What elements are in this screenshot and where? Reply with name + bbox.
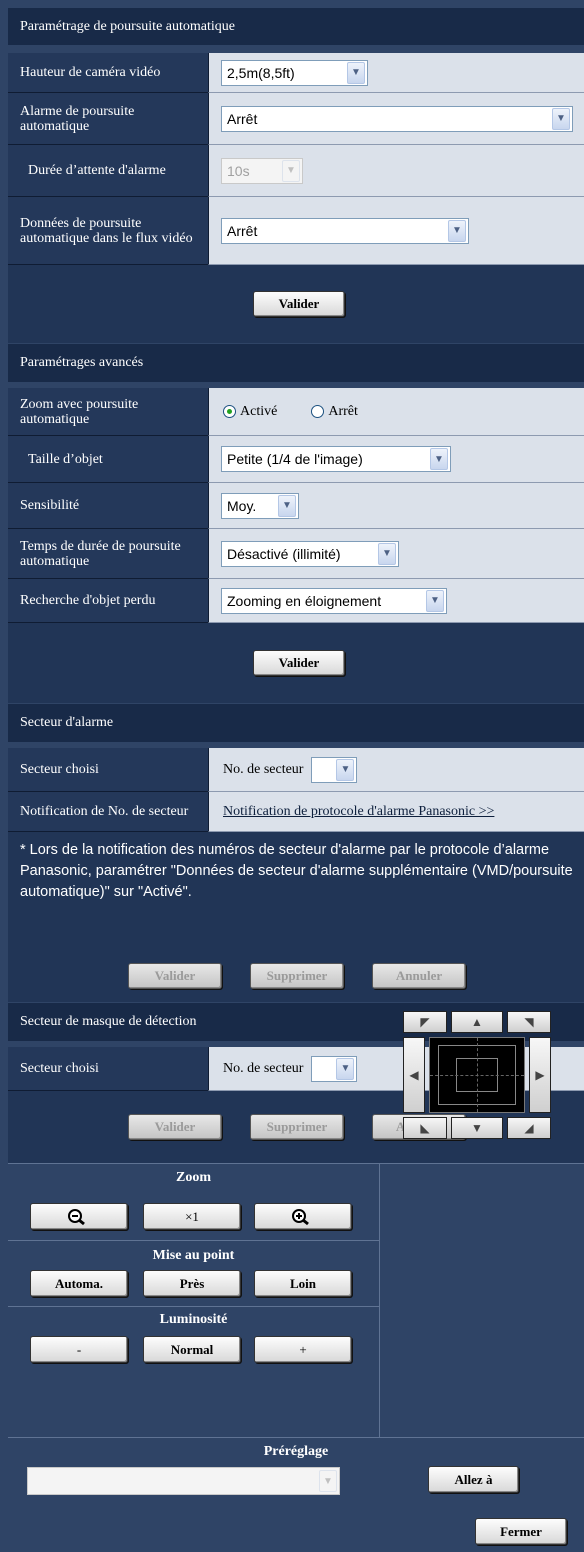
zoom-out-icon — [68, 1208, 85, 1225]
advanced-submit-button[interactable]: Valider — [253, 650, 345, 676]
pan-down-right-button[interactable]: ◢ — [507, 1117, 551, 1139]
chevron-down-icon: ▼ — [336, 1057, 355, 1080]
sensitivity-label: Sensibilité — [8, 483, 208, 529]
zoom-x1-button[interactable]: ×1 — [143, 1203, 241, 1230]
focus-auto-button[interactable]: Automa. — [30, 1270, 128, 1297]
mask-selected-area-label: Secteur choisi — [8, 1047, 208, 1091]
pan-down-left-button[interactable]: ◣ — [403, 1117, 447, 1139]
chevron-down-icon: ▼ — [347, 61, 365, 84]
zoom-tracking-off-radio[interactable]: Arrêt — [311, 404, 358, 420]
camera-height-row: Hauteur de caméra vidéo 2,5m(8,5ft) ▼ — [8, 53, 584, 93]
pan-right-button[interactable]: ▶ — [529, 1037, 551, 1113]
auto-tracking-header: Paramétrage de poursuite automatique — [8, 8, 584, 45]
focus-title: Mise au point — [152, 1248, 235, 1263]
chevron-down-icon: ▼ — [336, 758, 355, 781]
chevron-down-icon: ▼ — [426, 589, 444, 612]
stream-data-row: Données de poursuite automatique dans le… — [8, 197, 584, 265]
tracking-alarm-row: Alarme de poursuite automatique Arrêt ▼ — [8, 93, 584, 145]
preset-title: Préréglage — [263, 1444, 329, 1459]
mask-area-number-prefix: No. de secteur — [223, 1060, 304, 1076]
preset-select[interactable]: ▼ — [27, 1467, 340, 1495]
alarm-selected-area-label: Secteur choisi — [8, 748, 208, 792]
camera-height-select[interactable]: 2,5m(8,5ft) ▼ — [221, 59, 368, 86]
zoom-out-button[interactable] — [30, 1203, 128, 1230]
mask-area-delete-button[interactable]: Supprimer — [250, 1114, 344, 1140]
zoom-title: Zoom — [176, 1170, 211, 1185]
tracking-alarm-select[interactable]: Arrêt ▼ — [221, 105, 573, 132]
mask-area-submit-button[interactable]: Valider — [128, 1114, 222, 1140]
alarm-wait-row: Durée d’attente d'alarme 10s ▼ — [8, 145, 584, 197]
object-size-row: Taille d’objet Petite (1/4 de l'image) ▼ — [8, 436, 584, 483]
auto-tracking-submit-button[interactable]: Valider — [253, 291, 345, 317]
tracking-time-select[interactable]: Désactivé (illimité) ▼ — [221, 540, 399, 567]
alarm-area-header: Secteur d'alarme — [8, 704, 584, 742]
brightness-plus-button[interactable]: + — [254, 1336, 352, 1363]
control-divider — [8, 1240, 379, 1241]
chevron-down-icon: ▼ — [378, 542, 396, 565]
sensitivity-row: Sensibilité Moy. ▼ — [8, 483, 584, 529]
chevron-down-icon: ▼ — [430, 448, 448, 470]
area-notification-row: Notification de No. de secteur Notificat… — [8, 792, 584, 832]
alarm-area-number-select[interactable]: ▼ — [311, 756, 358, 783]
close-button[interactable]: Fermer — [475, 1518, 567, 1545]
zoom-tracking-on-radio[interactable]: Activé — [223, 404, 277, 420]
brightness-title: Luminosité — [159, 1312, 228, 1327]
focus-far-button[interactable]: Loin — [254, 1270, 352, 1297]
advanced-header: Paramétrages avancés — [8, 344, 584, 382]
ptz-pad: ◤ ▲ ◥ ◀ ▶ ◣ ▼ ◢ — [403, 1011, 553, 1139]
panasonic-protocol-link[interactable]: Notification de protocole d'alarme Panas… — [223, 804, 494, 820]
zoom-in-icon — [292, 1208, 309, 1225]
alarm-wait-label: Durée d’attente d'alarme — [8, 145, 208, 197]
alarm-area-number-prefix: No. de secteur — [223, 761, 304, 777]
brightness-normal-button[interactable]: Normal — [143, 1336, 241, 1363]
control-divider — [379, 1163, 380, 1437]
pan-left-button[interactable]: ◀ — [403, 1037, 425, 1113]
zoom-in-button[interactable] — [254, 1203, 352, 1230]
brightness-minus-button[interactable]: - — [30, 1336, 128, 1363]
lost-search-row: Recherche d'objet perdu Zooming en éloig… — [8, 579, 584, 623]
area-notification-label: Notification de No. de secteur — [8, 792, 208, 832]
pan-up-button[interactable]: ▲ — [451, 1011, 503, 1033]
pan-up-right-button[interactable]: ◥ — [507, 1011, 551, 1033]
stream-data-label: Données de poursuite automatique dans le… — [8, 197, 208, 265]
chevron-down-icon: ▼ — [278, 494, 296, 517]
tracking-time-row: Temps de durée de poursuite automatique … — [8, 529, 584, 579]
lost-search-label: Recherche d'objet perdu — [8, 579, 208, 623]
pan-up-left-button[interactable]: ◤ — [403, 1011, 447, 1033]
ptz-drag-area[interactable] — [429, 1037, 525, 1113]
chevron-down-icon: ▼ — [319, 1470, 337, 1492]
alarm-wait-select[interactable]: 10s ▼ — [221, 157, 303, 184]
chevron-down-icon: ▼ — [552, 107, 570, 130]
chevron-down-icon: ▼ — [282, 159, 300, 182]
zoom-tracking-row: Zoom avec poursuite automatique Activé A… — [8, 388, 584, 436]
object-size-select[interactable]: Petite (1/4 de l'image) ▼ — [221, 446, 451, 472]
preset-go-button[interactable]: Allez à — [428, 1466, 519, 1493]
mask-area-number-select[interactable]: ▼ — [311, 1055, 358, 1082]
control-divider — [8, 1163, 584, 1164]
object-size-label: Taille d’objet — [8, 436, 208, 483]
pan-down-button[interactable]: ▼ — [451, 1117, 503, 1139]
control-divider — [8, 1306, 379, 1307]
tracking-time-label: Temps de durée de poursuite automatique — [8, 529, 208, 579]
alarm-area-cancel-button[interactable]: Annuler — [372, 963, 466, 989]
alarm-selected-area-row: Secteur choisi No. de secteur ▼ — [8, 748, 584, 792]
control-divider — [8, 1437, 584, 1438]
alarm-area-submit-button[interactable]: Valider — [128, 963, 222, 989]
chevron-down-icon: ▼ — [448, 219, 466, 242]
alarm-area-delete-button[interactable]: Supprimer — [250, 963, 344, 989]
focus-near-button[interactable]: Près — [143, 1270, 241, 1297]
stream-data-select[interactable]: Arrêt ▼ — [221, 217, 469, 244]
tracking-alarm-label: Alarme de poursuite automatique — [8, 93, 208, 145]
zoom-tracking-label: Zoom avec poursuite automatique — [8, 388, 208, 436]
camera-height-label: Hauteur de caméra vidéo — [8, 53, 208, 93]
sensitivity-select[interactable]: Moy. ▼ — [221, 492, 299, 519]
lost-search-select[interactable]: Zooming en éloignement ▼ — [221, 587, 447, 614]
